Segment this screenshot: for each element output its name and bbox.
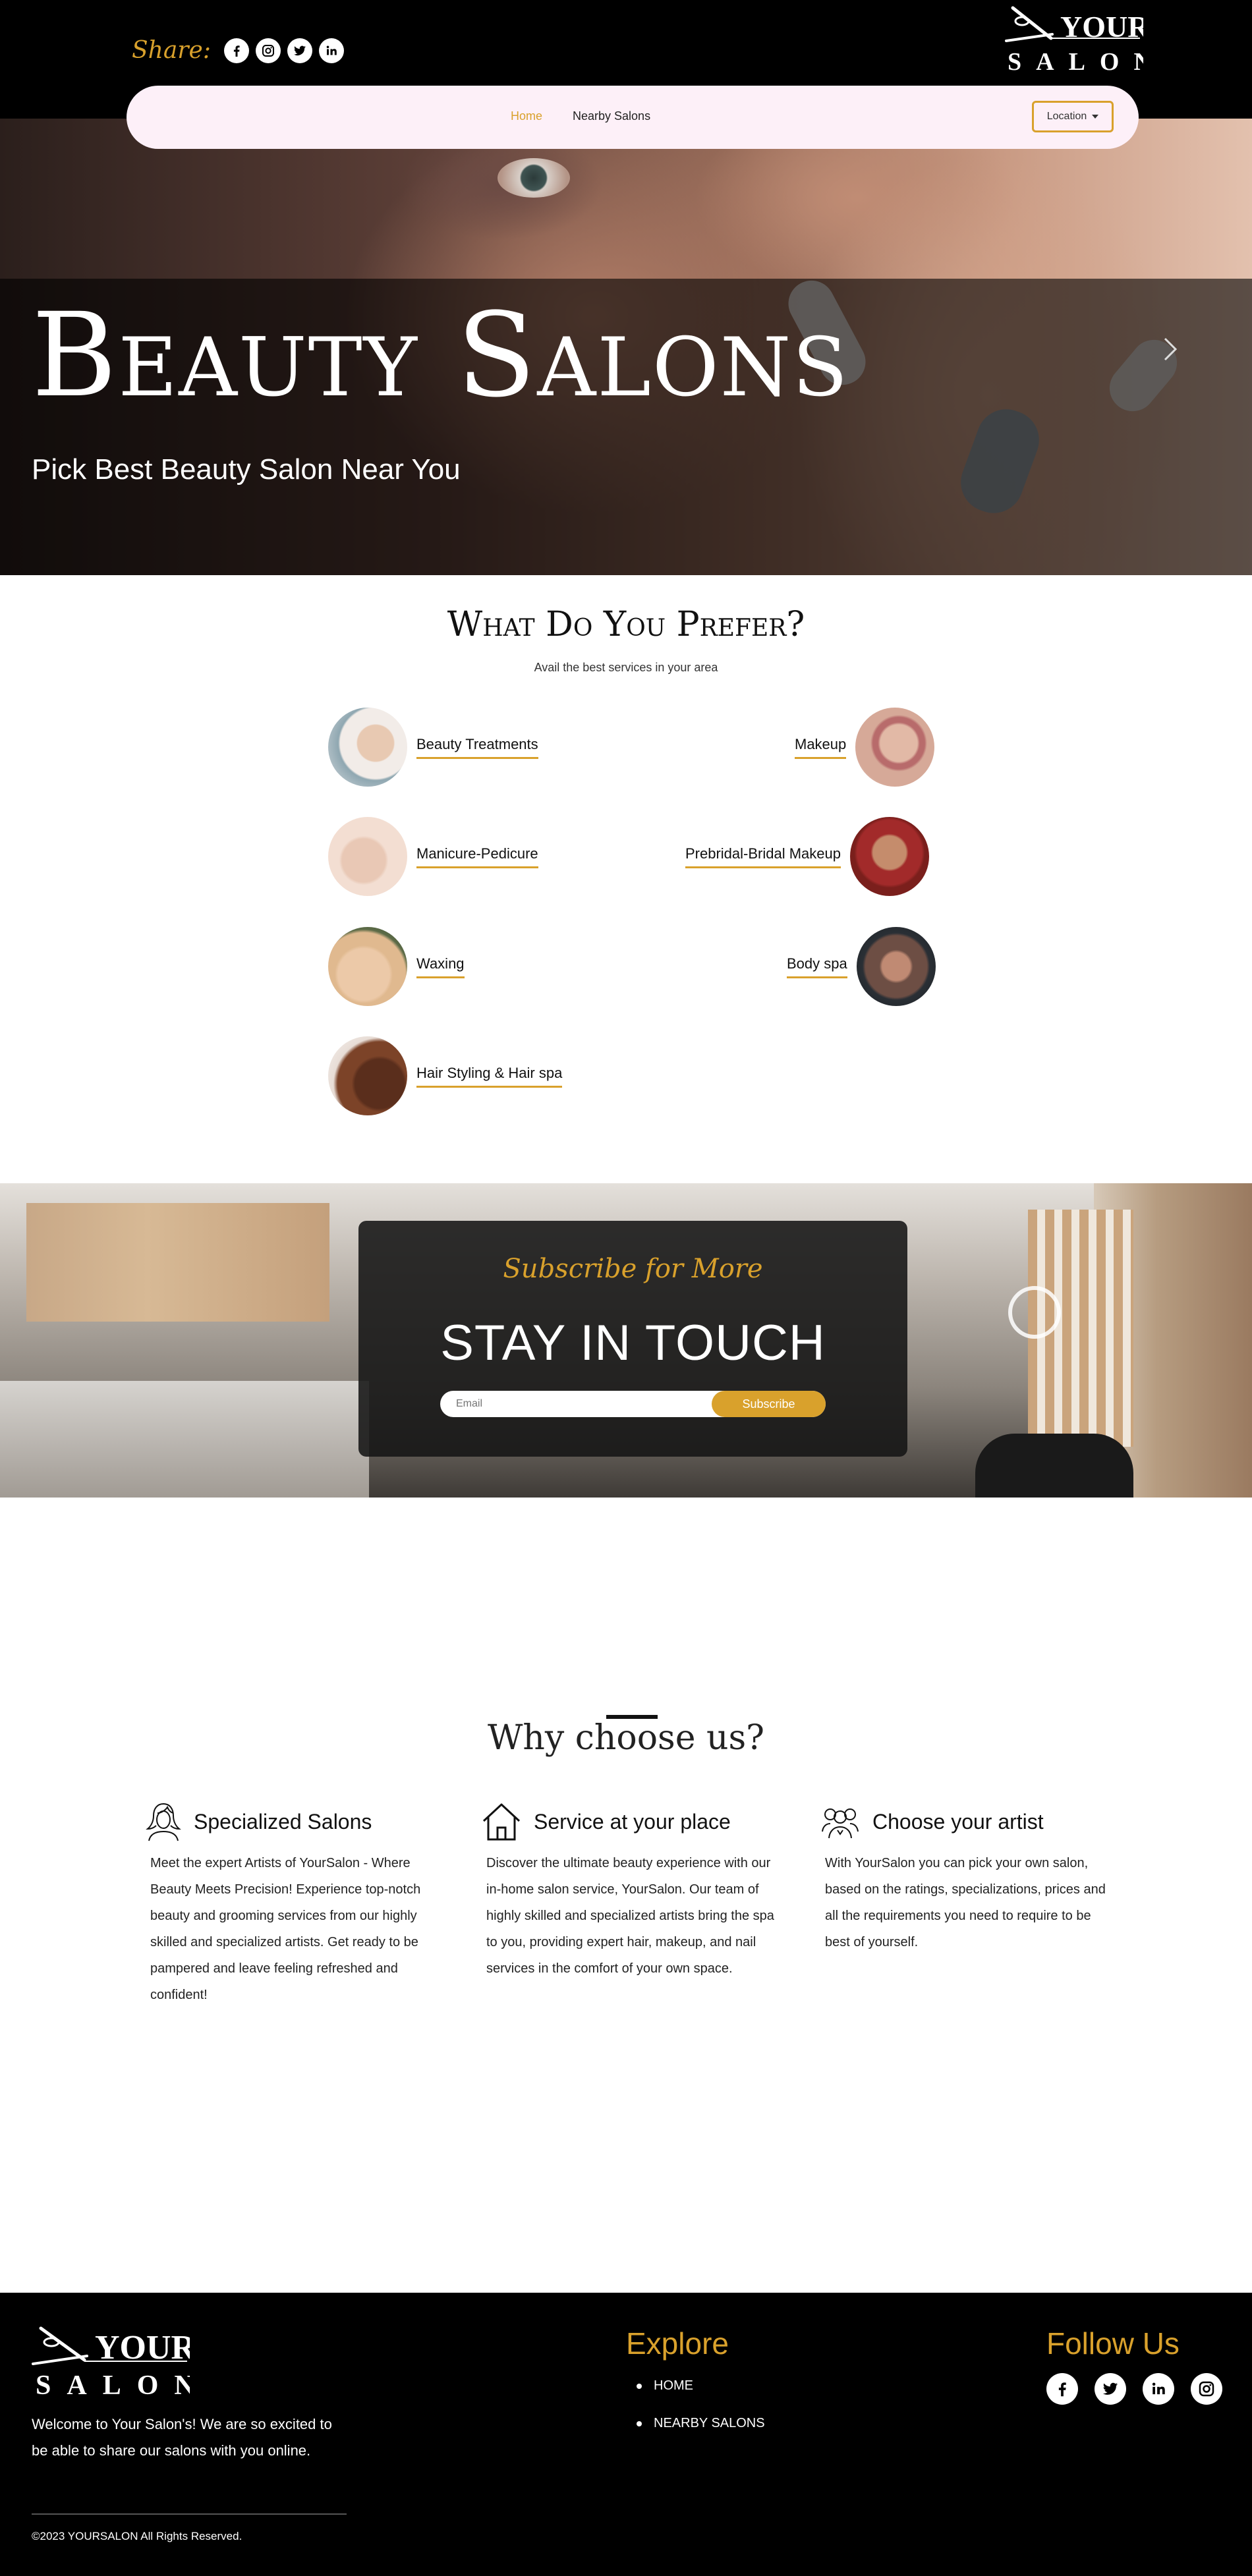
hero-image-eye xyxy=(498,158,570,198)
hero-banner: Beauty Salons Pick Best Beauty Salon Nea… xyxy=(0,119,1252,575)
twitter-icon[interactable] xyxy=(1095,2373,1126,2405)
service-beauty-treatments[interactable]: Beauty Treatments xyxy=(328,708,538,787)
service-makeup[interactable]: Makeup xyxy=(795,708,935,787)
service-label: Waxing xyxy=(416,955,465,978)
feature-service-at-your-place: Service at your place Discover the ultim… xyxy=(481,1801,778,1982)
subscribe-script-text: Subscribe for More xyxy=(503,1254,763,1284)
linkedin-icon[interactable] xyxy=(318,38,344,63)
feature-text: With YourSalon you can pick your own sal… xyxy=(825,1856,1106,1949)
hero-subtitle: Pick Best Beauty Salon Near You xyxy=(32,453,461,486)
chevron-down-icon xyxy=(1092,115,1099,119)
footer-copyright: ©2023 YOURSALON All Rights Reserved. xyxy=(32,2530,242,2542)
footer-social-icons xyxy=(1046,2373,1222,2405)
share-bar: Share: xyxy=(132,37,344,64)
bullet-icon xyxy=(637,2421,642,2426)
location-dropdown-button[interactable]: Location xyxy=(1032,101,1114,132)
salon-interior-image xyxy=(26,1203,329,1322)
footer-link-nearby-salons[interactable]: NEARBY SALONS xyxy=(637,2416,765,2431)
subscribe-heading: STAY IN TOUCH xyxy=(440,1315,826,1371)
service-label: Beauty Treatments xyxy=(416,736,538,759)
service-waxing[interactable]: Waxing xyxy=(328,927,465,1006)
service-label: Manicure-Pedicure xyxy=(416,845,538,868)
service-manicure-pedicure[interactable]: Manicure-Pedicure xyxy=(328,817,538,896)
salon-interior-image xyxy=(0,1381,369,1498)
service-prebridal-bridal-makeup[interactable]: Prebridal-Bridal Makeup xyxy=(685,817,929,896)
feature-choose-your-artist: Choose your artist With YourSalon you ca… xyxy=(820,1801,1116,1955)
service-label: Makeup xyxy=(795,736,847,759)
service-image xyxy=(328,817,407,896)
nav-bar: Home Nearby Salons Location xyxy=(127,86,1139,149)
footer-yoursalon-logo[interactable]: YOUR SALON xyxy=(32,2326,197,2401)
nav-home-link[interactable]: Home xyxy=(511,109,542,123)
twitter-icon[interactable] xyxy=(287,38,312,63)
footer-explore-list: HOME NEARBY SALONS xyxy=(637,2378,765,2453)
service-hair-styling-hair-spa[interactable]: Hair Styling & Hair spa xyxy=(328,1036,563,1115)
subscribe-panel: Subscribe for More STAY IN TOUCH Subscri… xyxy=(358,1221,907,1457)
feature-text: Discover the ultimate beauty experience … xyxy=(486,1856,774,1976)
hero-title: Beauty Salons xyxy=(32,288,849,423)
feature-title: Specialized Salons xyxy=(194,1809,372,1834)
service-image xyxy=(855,708,935,787)
facebook-icon[interactable] xyxy=(223,38,249,63)
why-title: Why choose us? xyxy=(487,1718,765,1758)
logo-bottom-text: SALON xyxy=(1008,48,1143,74)
prefer-title: What Do You Prefer? xyxy=(447,605,805,644)
footer-explore-title: Explore xyxy=(626,2326,729,2361)
footer-link-label: NEARBY SALONS xyxy=(654,2416,765,2430)
service-label: Hair Styling & Hair spa xyxy=(416,1065,563,1088)
instagram-icon[interactable] xyxy=(1191,2373,1222,2405)
service-label: Prebridal-Bridal Makeup xyxy=(685,845,841,868)
service-image xyxy=(328,708,407,787)
footer-logo-top-text: YOUR xyxy=(95,2329,190,2366)
feature-title: Choose your artist xyxy=(872,1809,1044,1834)
email-input[interactable] xyxy=(440,1391,717,1417)
prefer-subtitle: Avail the best services in your area xyxy=(534,661,718,674)
bullet-icon xyxy=(637,2383,642,2389)
play-circle-icon xyxy=(1008,1286,1061,1339)
yoursalon-logo[interactable]: YOUR SALON xyxy=(1005,5,1152,76)
feature-specialized-salons: Specialized Salons Meet the expert Artis… xyxy=(145,1801,441,2008)
instagram-icon[interactable] xyxy=(255,38,281,63)
footer-about-text: Welcome to Your Salon's! We are so excit… xyxy=(32,2416,332,2459)
location-button-label: Location xyxy=(1046,111,1087,122)
footer: YOUR SALON Welcome to Your Salon's! We a… xyxy=(0,2293,1252,2576)
linkedin-icon[interactable] xyxy=(1143,2373,1174,2405)
feature-title: Service at your place xyxy=(534,1809,731,1834)
woman-icon xyxy=(146,1803,181,1841)
artists-icon xyxy=(822,1808,859,1839)
facebook-icon[interactable] xyxy=(1046,2373,1078,2405)
footer-follow-title: Follow Us xyxy=(1046,2326,1180,2361)
service-image xyxy=(856,927,936,1006)
service-label: Body spa xyxy=(787,955,847,978)
footer-link-home[interactable]: HOME xyxy=(637,2378,765,2394)
subscribe-button[interactable]: Subscribe xyxy=(712,1391,826,1417)
share-label: Share: xyxy=(132,37,211,64)
subscribe-form: Subscribe xyxy=(440,1391,826,1417)
house-icon xyxy=(482,1803,521,1841)
logo-top-text: YOUR xyxy=(1060,10,1143,43)
nav-nearby-salons-link[interactable]: Nearby Salons xyxy=(573,109,650,123)
feature-text: Meet the expert Artists of YourSalon - W… xyxy=(150,1856,421,2002)
service-image xyxy=(328,1036,407,1115)
service-image xyxy=(328,927,407,1006)
footer-logo-bottom-text: SALON xyxy=(36,2370,190,2398)
service-body-spa[interactable]: Body spa xyxy=(787,927,936,1006)
chevron-right-icon[interactable] xyxy=(1162,336,1180,362)
footer-divider xyxy=(32,2513,347,2515)
service-image xyxy=(850,817,929,896)
footer-link-label: HOME xyxy=(654,2378,693,2393)
salon-interior-image xyxy=(975,1434,1133,1498)
